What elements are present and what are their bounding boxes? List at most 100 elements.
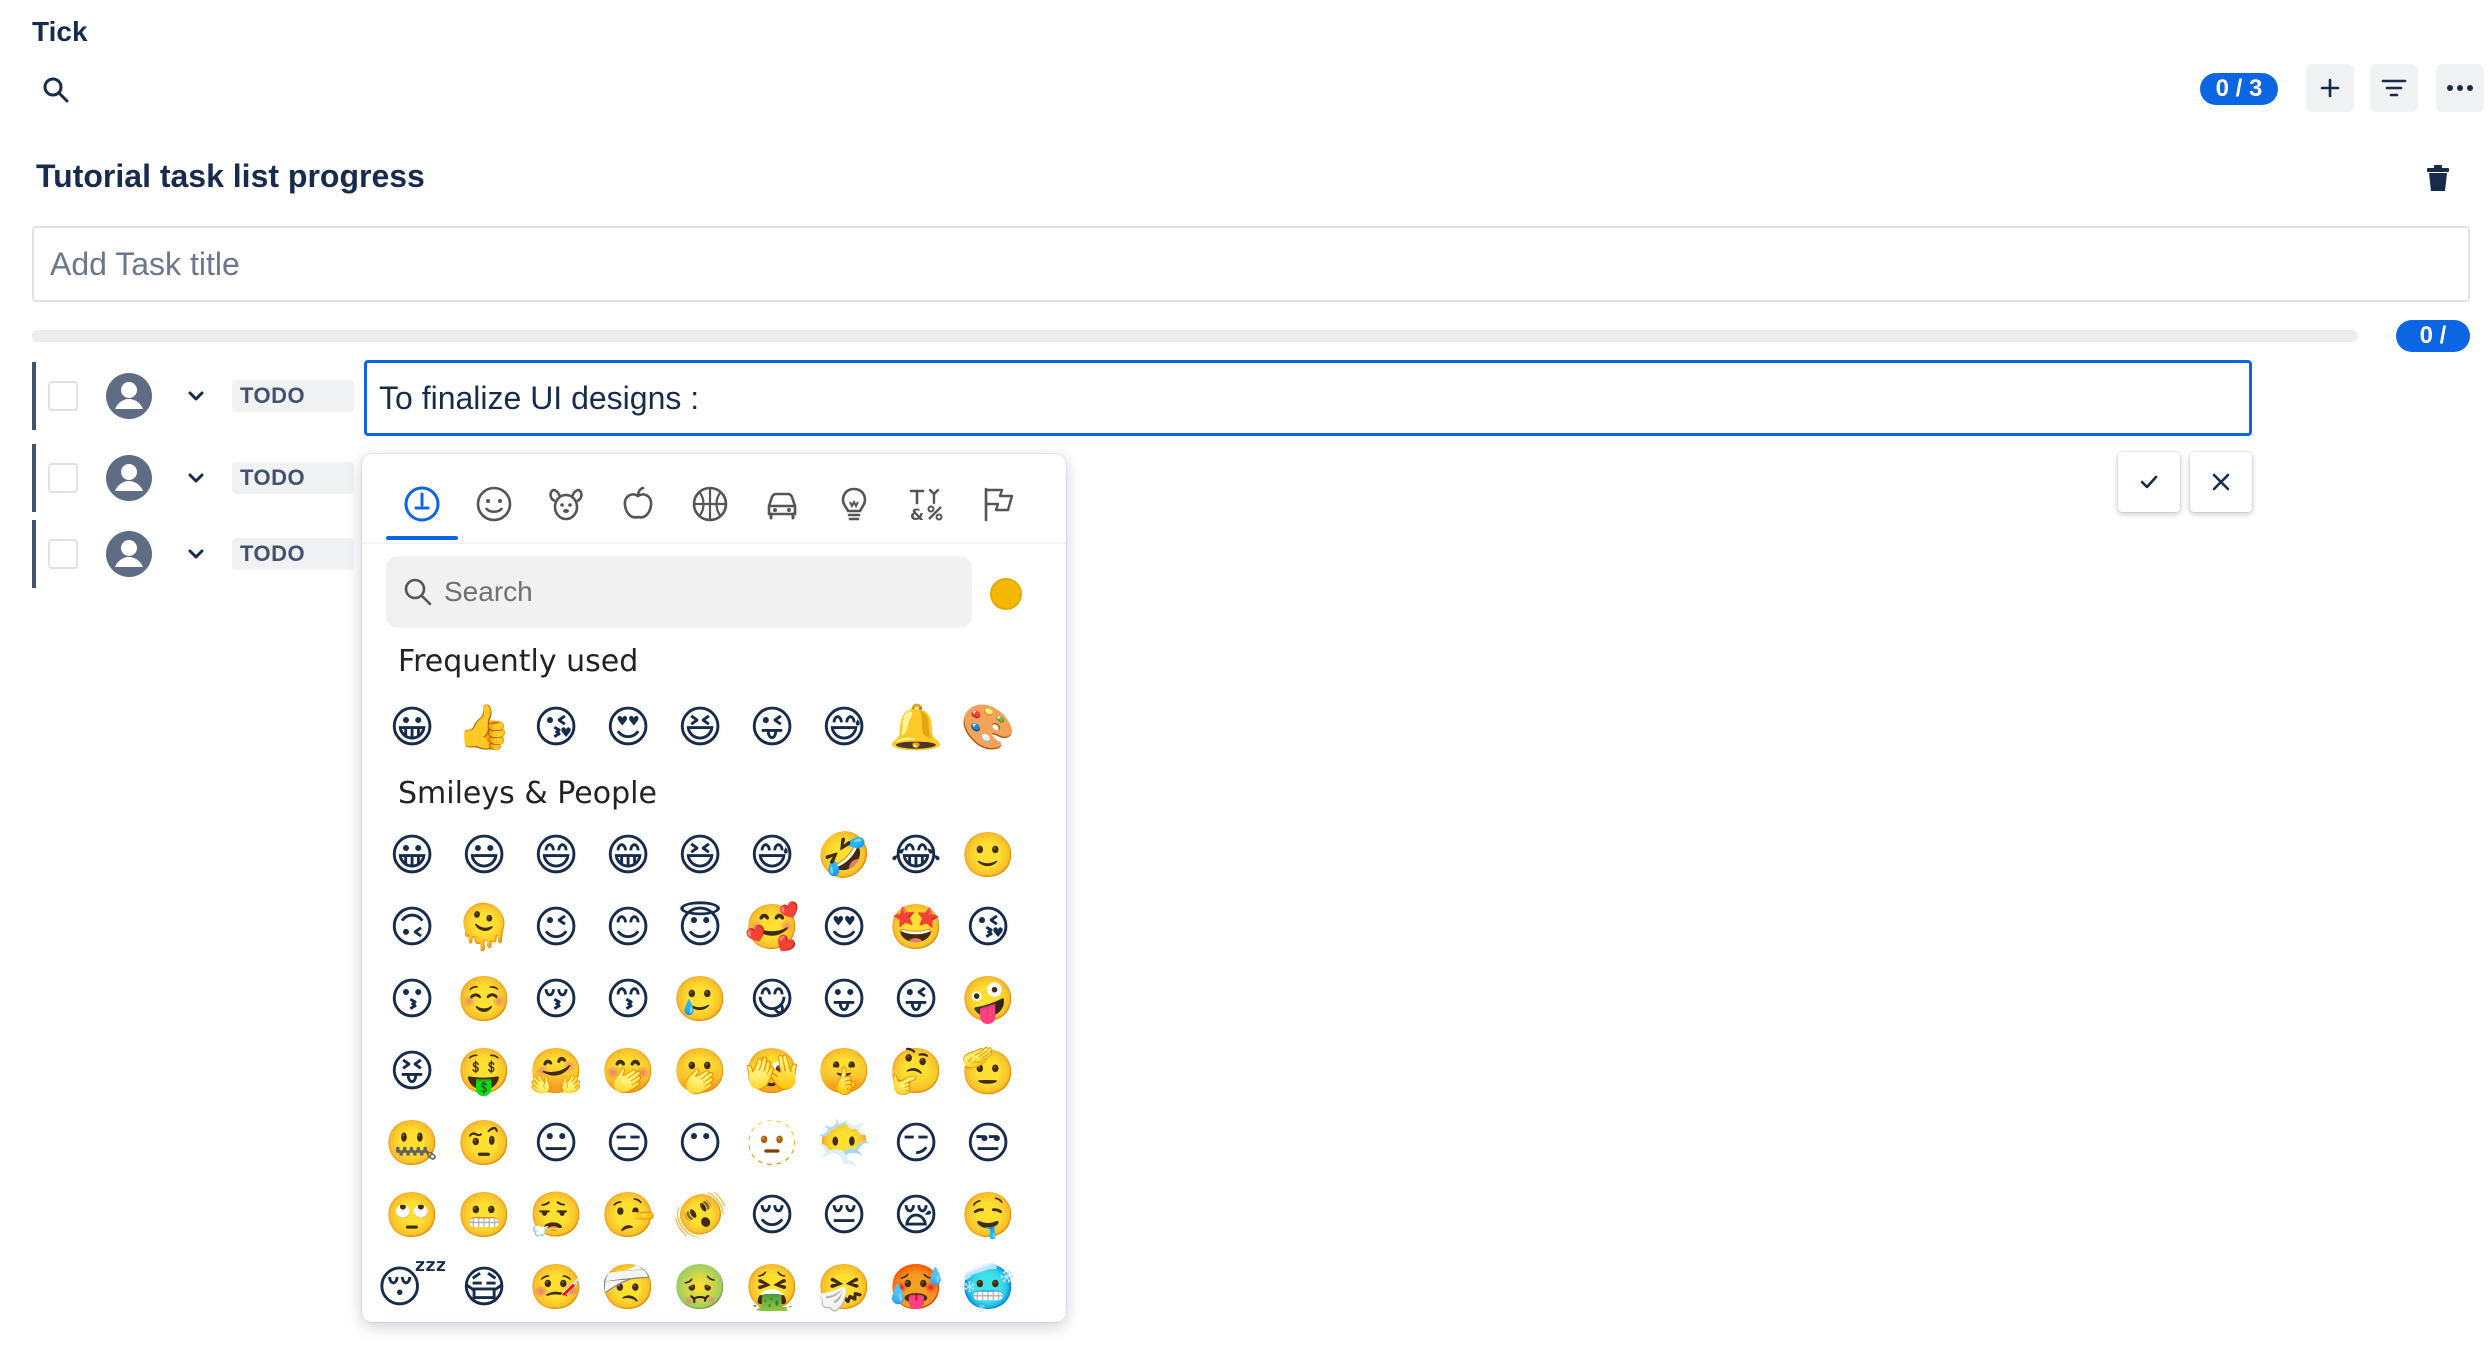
task-checkbox[interactable] [48, 539, 78, 569]
cancel-button[interactable] [2190, 452, 2252, 512]
emoji-button[interactable]: 😑 [592, 1108, 664, 1180]
emoji-button[interactable]: 🤥 [592, 1180, 664, 1252]
emoji-button[interactable]: 😁 [592, 820, 664, 892]
emoji-button[interactable]: 🤩 [880, 892, 952, 964]
emoji-button[interactable]: 🤭 [592, 1036, 664, 1108]
more-button[interactable] [2436, 64, 2484, 112]
emoji-button[interactable]: 😘 [952, 892, 1024, 964]
emoji-button[interactable]: 😄 [520, 820, 592, 892]
emoji-button[interactable]: 😀 [376, 692, 448, 764]
status-badge[interactable]: TODO [232, 462, 354, 494]
emoji-button[interactable]: 🫣 [736, 1036, 808, 1108]
emoji-button[interactable]: 🫢 [664, 1036, 736, 1108]
emoji-button[interactable]: 😘 [520, 692, 592, 764]
emoji-button[interactable]: 🫨 [664, 1180, 736, 1252]
emoji-button[interactable]: 😶‍🌫️ [808, 1108, 880, 1180]
emoji-button[interactable]: 🤕 [592, 1252, 664, 1322]
emoji-button[interactable]: 🤫 [808, 1036, 880, 1108]
emoji-button[interactable]: 🎨 [952, 692, 1024, 764]
confirm-button[interactable] [2118, 452, 2180, 512]
add-button[interactable] [2306, 64, 2354, 112]
emoji-button[interactable]: 😷 [448, 1252, 520, 1322]
emoji-button[interactable]: 🤗 [520, 1036, 592, 1108]
emoji-button[interactable]: 😀 [376, 820, 448, 892]
emoji-button[interactable]: 🤤 [952, 1180, 1024, 1252]
emoji-button[interactable]: 😅 [736, 820, 808, 892]
emoji-button[interactable]: 😋 [736, 964, 808, 1036]
emoji-search-input[interactable] [444, 556, 954, 628]
emoji-button[interactable]: 🥵 [880, 1252, 952, 1322]
emoji-button[interactable]: 😅 [808, 692, 880, 764]
flag-icon[interactable] [962, 468, 1034, 540]
emoji-button[interactable]: 😴 [376, 1252, 448, 1322]
emoji-button[interactable]: 🥶 [952, 1252, 1024, 1322]
emoji-button[interactable]: 🤮 [736, 1252, 808, 1322]
basketball-icon[interactable] [674, 468, 746, 540]
emoji-button[interactable]: 😙 [592, 964, 664, 1036]
smiley-icon[interactable] [458, 468, 530, 540]
search-icon[interactable] [40, 74, 72, 106]
avatar-icon[interactable] [104, 453, 154, 503]
apple-icon[interactable] [602, 468, 674, 540]
emoji-button[interactable]: 🤐 [376, 1108, 448, 1180]
emoji-button[interactable]: 😪 [880, 1180, 952, 1252]
emoji-button[interactable]: 😍 [808, 892, 880, 964]
status-badge[interactable]: TODO [232, 538, 354, 570]
task-title-editor[interactable] [364, 360, 2252, 436]
emoji-button[interactable]: 🤧 [808, 1252, 880, 1322]
chevron-down-icon[interactable] [182, 464, 210, 492]
emoji-button[interactable]: 👍 [448, 692, 520, 764]
emoji-button[interactable]: 🥰 [736, 892, 808, 964]
emoji-button[interactable]: 🤔 [880, 1036, 952, 1108]
emoji-button[interactable]: 😆 [664, 820, 736, 892]
avatar-icon[interactable] [104, 529, 154, 579]
emoji-button[interactable]: 😇 [664, 892, 736, 964]
emoji-button[interactable]: 😜 [880, 964, 952, 1036]
emoji-button[interactable]: 😛 [808, 964, 880, 1036]
emoji-button[interactable]: 🙄 [376, 1180, 448, 1252]
emoji-button[interactable]: 😆 [664, 692, 736, 764]
emoji-button[interactable]: 🤣 [808, 820, 880, 892]
emoji-button[interactable]: 🤒 [520, 1252, 592, 1322]
emoji-button[interactable]: 😝 [376, 1036, 448, 1108]
car-icon[interactable] [746, 468, 818, 540]
emoji-button[interactable]: 😌 [736, 1180, 808, 1252]
emoji-button[interactable]: 🙂 [952, 820, 1024, 892]
emoji-button[interactable]: 😏 [880, 1108, 952, 1180]
avatar-icon[interactable] [104, 371, 154, 421]
lightbulb-icon[interactable] [818, 468, 890, 540]
emoji-button[interactable]: 🫥 [736, 1108, 808, 1180]
skin-tone-selector[interactable] [990, 578, 1022, 610]
emoji-button[interactable]: 🔔 [880, 692, 952, 764]
emoji-button[interactable]: 😶 [664, 1108, 736, 1180]
symbols-icon[interactable]: & [890, 468, 962, 540]
filter-button[interactable] [2370, 64, 2418, 112]
emoji-button[interactable]: 🙃 [376, 892, 448, 964]
emoji-button[interactable]: 🤪 [952, 964, 1024, 1036]
emoji-button[interactable]: 😂 [880, 820, 952, 892]
task-checkbox[interactable] [48, 381, 78, 411]
trash-icon[interactable] [2422, 162, 2454, 194]
chevron-down-icon[interactable] [182, 540, 210, 568]
dog-icon[interactable] [530, 468, 602, 540]
emoji-button[interactable]: 😉 [520, 892, 592, 964]
emoji-button[interactable]: 😍 [592, 692, 664, 764]
status-badge[interactable]: TODO [232, 380, 354, 412]
emoji-button[interactable]: 😃 [448, 820, 520, 892]
chevron-down-icon[interactable] [182, 382, 210, 410]
emoji-button[interactable]: 😐 [520, 1108, 592, 1180]
emoji-button[interactable]: 😔 [808, 1180, 880, 1252]
add-task-input[interactable] [32, 226, 2470, 302]
clock-icon[interactable] [386, 468, 458, 540]
emoji-button[interactable]: 🤨 [448, 1108, 520, 1180]
emoji-button[interactable]: 🤑 [448, 1036, 520, 1108]
emoji-button[interactable]: 😮‍💨 [520, 1180, 592, 1252]
emoji-button[interactable]: 🤢 [664, 1252, 736, 1322]
emoji-button[interactable]: 🫡 [952, 1036, 1024, 1108]
emoji-button[interactable]: 🫠 [448, 892, 520, 964]
emoji-button[interactable]: ☺️ [448, 964, 520, 1036]
emoji-button[interactable]: 😚 [520, 964, 592, 1036]
emoji-button[interactable]: 😊 [592, 892, 664, 964]
emoji-button[interactable]: 😗 [376, 964, 448, 1036]
emoji-button[interactable]: 🥲 [664, 964, 736, 1036]
